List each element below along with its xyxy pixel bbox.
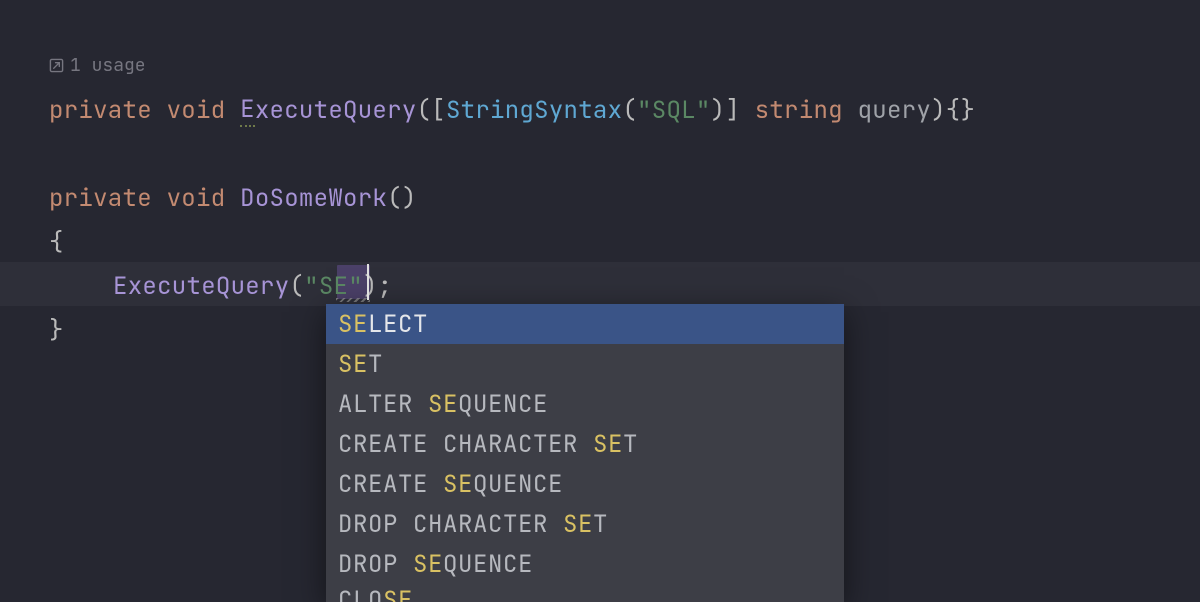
keyword-private: private [49, 95, 152, 126]
method-name: DoSomeWork [240, 183, 387, 214]
attribute-arg: "SQL" [637, 95, 711, 126]
completion-item-6[interactable]: DROP CHARACTER SET [326, 504, 844, 544]
code-line-2-blank [0, 132, 1200, 176]
method-call: ExecuteQuery [113, 271, 289, 302]
syntax-squiggle [336, 298, 370, 302]
code-line-5: ExecuteQuery("SE"); [0, 264, 1200, 308]
codelens-label: 1 usage [70, 54, 146, 77]
completion-item-8-partial[interactable]: CLOSE [326, 584, 844, 602]
attribute-name: StringSyntax [446, 95, 622, 126]
completion-item-7[interactable]: DROP SEQUENCE [326, 544, 844, 584]
arrow-out-icon [49, 58, 64, 73]
method-name: E [240, 94, 255, 127]
text-cursor [367, 264, 369, 300]
code-line-1: private void ExecuteQuery([StringSyntax(… [0, 88, 1200, 132]
keyword-void: void [167, 95, 226, 126]
completion-item-4[interactable]: CREATE CHARACTER SET [326, 424, 844, 464]
completion-item-2[interactable]: SET [326, 344, 844, 384]
completion-popup[interactable]: SELECT SET ALTER SEQUENCE CREATE CHARACT… [326, 304, 844, 602]
code-line-3: private void DoSomeWork() [0, 176, 1200, 220]
code-editor[interactable]: private void ExecuteQuery([StringSyntax(… [0, 0, 1200, 352]
completion-item-1[interactable]: SELECT [326, 304, 844, 344]
codelens-usage[interactable]: 1 usage [49, 54, 146, 77]
code-line-4: { [0, 220, 1200, 264]
typed-sql-text: SE [319, 271, 348, 302]
keyword-string: string [755, 95, 843, 126]
completion-item-3[interactable]: ALTER SEQUENCE [326, 384, 844, 424]
parameter-name: query [858, 95, 932, 126]
completion-item-5[interactable]: CREATE SEQUENCE [326, 464, 844, 504]
